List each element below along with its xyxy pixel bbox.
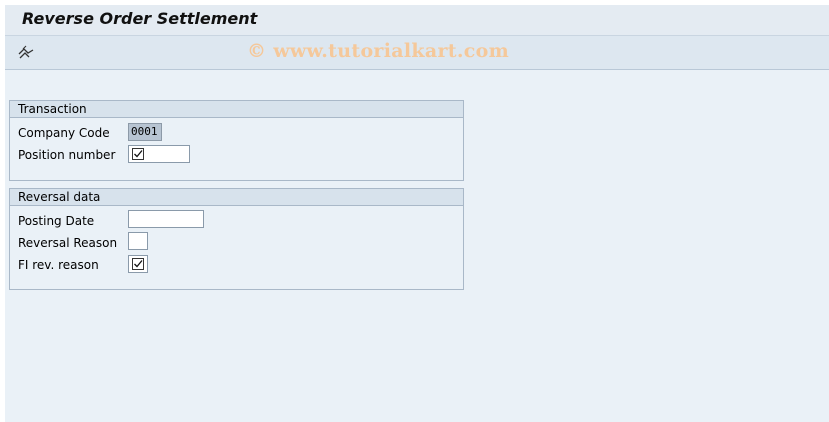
reversal-data-group: Reversal data Posting Date Reversal Reas… (9, 188, 464, 290)
watermark-text: © www.tutorialkart.com (247, 40, 510, 62)
transaction-group-title: Transaction (10, 101, 463, 118)
transaction-group: Transaction Company Code 0001 Position n… (9, 100, 464, 181)
company-code-field: 0001 (128, 123, 162, 141)
checkbox-checked-icon[interactable] (132, 258, 144, 270)
page-title: Reverse Order Settlement (22, 9, 258, 28)
main-window: Reverse Order Settlement © www.tutorialk… (5, 5, 829, 422)
reversal-data-group-title: Reversal data (10, 189, 463, 206)
company-code-value: 0001 (131, 125, 158, 138)
title-bar: Reverse Order Settlement (5, 5, 829, 36)
execute-icon[interactable] (17, 45, 35, 61)
reversal-reason-label: Reversal Reason (18, 236, 118, 250)
application-toolbar: © www.tutorialkart.com (5, 36, 829, 70)
fi-rev-reason-field[interactable] (128, 255, 148, 273)
company-code-label: Company Code (18, 126, 110, 140)
checkbox-checked-icon[interactable] (132, 148, 144, 160)
reversal-reason-input[interactable] (128, 232, 148, 250)
posting-date-label: Posting Date (18, 214, 95, 228)
position-number-label: Position number (18, 148, 116, 162)
position-number-field[interactable] (128, 145, 190, 163)
posting-date-input[interactable] (128, 210, 204, 228)
fi-rev-reason-label: FI rev. reason (18, 258, 99, 272)
